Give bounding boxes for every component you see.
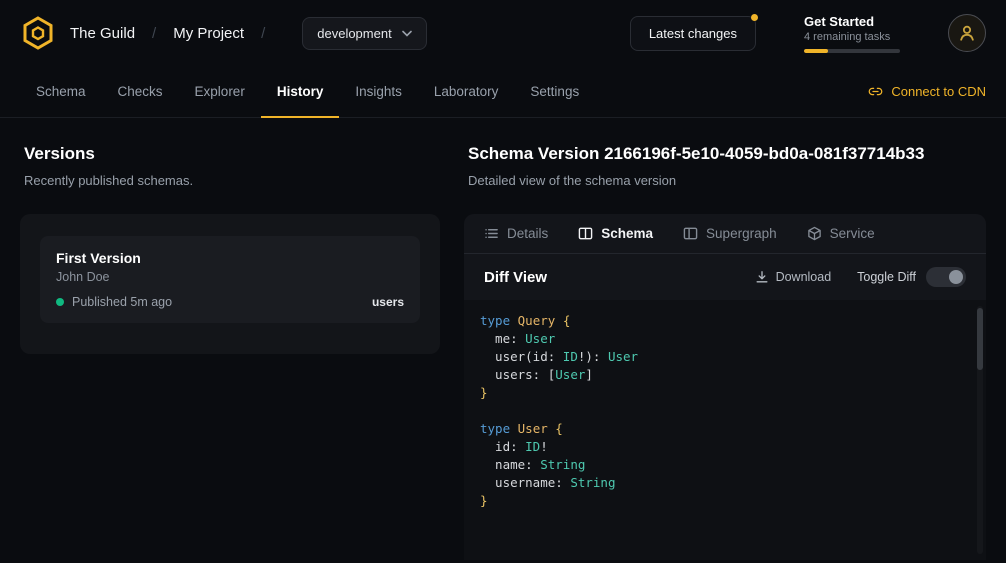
toggle-diff-label: Toggle Diff xyxy=(857,270,916,284)
published-status-dot xyxy=(56,298,64,306)
versions-title: Versions xyxy=(24,144,440,164)
toggle-diff-knob xyxy=(949,270,963,284)
version-list-item[interactable]: First Version John Doe Published 5m ago … xyxy=(40,236,420,323)
tab-schema[interactable]: Schema xyxy=(20,66,102,118)
main-nav-tabs: Schema Checks Explorer History Insights … xyxy=(0,66,1006,118)
connect-to-cdn-label: Connect to CDN xyxy=(891,84,986,99)
chevron-down-icon xyxy=(402,30,412,37)
notification-dot xyxy=(751,14,758,21)
download-label: Download xyxy=(776,270,832,284)
detail-tab-details[interactable]: Details xyxy=(484,226,548,241)
version-detail-panel: Details Schema xyxy=(464,214,986,560)
get-started-widget[interactable]: Get Started 4 remaining tasks xyxy=(804,14,900,53)
breadcrumb-org[interactable]: The Guild xyxy=(70,25,135,42)
package-icon xyxy=(807,226,822,241)
tab-insights[interactable]: Insights xyxy=(339,66,418,118)
latest-changes-label: Latest changes xyxy=(649,26,737,41)
versions-column: Versions Recently published schemas. Fir… xyxy=(20,144,440,560)
diff-toolbar: Diff View Download Toggle D xyxy=(464,254,986,300)
columns-icon xyxy=(578,226,593,241)
detail-tab-service-label: Service xyxy=(830,226,875,241)
tab-history[interactable]: History xyxy=(261,66,340,118)
version-meta-row: Published 5m ago users xyxy=(56,295,404,309)
get-started-progress-fill xyxy=(804,49,828,53)
breadcrumb-separator: / xyxy=(152,25,156,42)
list-icon xyxy=(484,226,499,241)
detail-tab-details-label: Details xyxy=(507,226,548,241)
tab-laboratory[interactable]: Laboratory xyxy=(418,66,515,118)
user-avatar[interactable] xyxy=(948,14,986,52)
top-header: The Guild / My Project / development Lat… xyxy=(0,0,1006,66)
toggle-diff-control: Toggle Diff xyxy=(857,267,966,287)
breadcrumb: The Guild / My Project / xyxy=(70,25,282,42)
detail-tab-schema-label: Schema xyxy=(601,226,653,241)
environment-select-value: development xyxy=(317,26,391,41)
version-service-badge: users xyxy=(372,295,404,309)
version-detail-column: Schema Version 2166196f-5e10-4059-bd0a-0… xyxy=(464,144,986,560)
detail-tab-supergraph[interactable]: Supergraph xyxy=(683,226,777,241)
get-started-progress-track xyxy=(804,49,900,53)
get-started-subtitle: 4 remaining tasks xyxy=(804,31,900,43)
schema-code-viewer: type Query { me: User user(id: ID!): Use… xyxy=(464,300,986,560)
code-scrollbar-thumb[interactable] xyxy=(977,308,983,370)
columns-icon xyxy=(683,226,698,241)
link-icon xyxy=(868,84,883,99)
download-icon xyxy=(755,270,769,284)
hive-logo-icon[interactable] xyxy=(20,15,56,51)
versions-list: First Version John Doe Published 5m ago … xyxy=(20,214,440,354)
version-name: First Version xyxy=(56,250,404,266)
detail-tab-supergraph-label: Supergraph xyxy=(706,226,777,241)
person-icon xyxy=(958,24,976,42)
code-scrollbar xyxy=(977,306,983,554)
version-detail-subtitle: Detailed view of the schema version xyxy=(468,173,986,188)
versions-subtitle: Recently published schemas. xyxy=(24,173,440,188)
diff-view-title: Diff View xyxy=(484,269,547,286)
diff-actions: Download Toggle Diff xyxy=(755,267,966,287)
get-started-title: Get Started xyxy=(804,14,900,29)
main-content: Versions Recently published schemas. Fir… xyxy=(0,118,1006,560)
detail-tab-service[interactable]: Service xyxy=(807,226,875,241)
version-status: Published 5m ago xyxy=(72,295,172,309)
version-author: John Doe xyxy=(56,270,404,284)
tab-settings[interactable]: Settings xyxy=(514,66,595,118)
connect-to-cdn-link[interactable]: Connect to CDN xyxy=(868,66,986,117)
header-right-cluster: Latest changes Get Started 4 remaining t… xyxy=(630,14,986,53)
download-button[interactable]: Download xyxy=(755,270,832,284)
breadcrumb-project[interactable]: My Project xyxy=(173,25,244,42)
code-block: type Query { me: User user(id: ID!): Use… xyxy=(480,312,970,510)
breadcrumb-separator: / xyxy=(261,25,265,42)
version-detail-title: Schema Version 2166196f-5e10-4059-bd0a-0… xyxy=(468,144,986,164)
tab-explorer[interactable]: Explorer xyxy=(179,66,261,118)
toggle-diff-switch[interactable] xyxy=(926,267,966,287)
latest-changes-button[interactable]: Latest changes xyxy=(630,16,756,51)
detail-tabs: Details Schema xyxy=(464,214,986,254)
detail-tab-schema[interactable]: Schema xyxy=(578,226,653,241)
environment-select[interactable]: development xyxy=(302,17,426,50)
tab-checks[interactable]: Checks xyxy=(102,66,179,118)
